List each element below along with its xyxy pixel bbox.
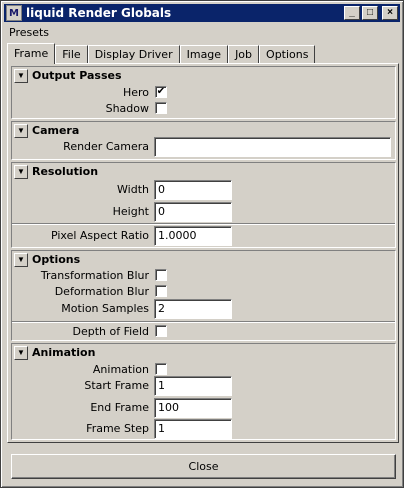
transformation-blur-label: Transformation Blur bbox=[40, 269, 149, 282]
tab-display-driver[interactable]: Display Driver bbox=[87, 45, 180, 64]
close-button[interactable]: Close bbox=[11, 454, 396, 479]
section-title: Options bbox=[32, 253, 81, 266]
deformation-blur-checkbox[interactable] bbox=[155, 285, 167, 297]
frame-step-field[interactable]: 1 bbox=[154, 419, 232, 439]
animation-checkbox[interactable] bbox=[155, 363, 167, 375]
start-frame-label: Start Frame bbox=[84, 379, 149, 392]
end-frame-field[interactable]: 100 bbox=[154, 398, 232, 418]
maximize-button[interactable]: □ bbox=[362, 6, 378, 20]
resolution-divider bbox=[12, 223, 395, 225]
motion-samples-field[interactable]: 2 bbox=[154, 299, 232, 319]
close-window-button[interactable]: × bbox=[382, 6, 398, 20]
app-icon: M bbox=[6, 5, 22, 21]
render-camera-label: Render Camera bbox=[63, 140, 149, 153]
tab-job[interactable]: Job bbox=[228, 45, 260, 64]
section-title: Output Passes bbox=[32, 69, 122, 82]
menu-presets[interactable]: Presets bbox=[5, 26, 53, 39]
width-label: Width bbox=[117, 183, 149, 196]
collapse-output-passes-icon[interactable]: ▼ bbox=[14, 68, 28, 83]
end-frame-label: End Frame bbox=[90, 401, 149, 414]
frame-step-label: Frame Step bbox=[86, 422, 149, 435]
shadow-checkbox[interactable] bbox=[155, 102, 167, 114]
collapse-resolution-icon[interactable]: ▼ bbox=[14, 164, 28, 179]
menu-bar: Presets bbox=[5, 24, 53, 41]
animation-section: ▼ Animation Animation Start Frame 1 End … bbox=[11, 343, 396, 440]
width-field[interactable]: 0 bbox=[154, 180, 232, 200]
depth-of-field-checkbox[interactable] bbox=[155, 325, 167, 337]
tab-bar: Frame File Display Driver Image Job Opti… bbox=[7, 43, 316, 64]
render-globals-window: M liquid Render Globals _ □ × Presets Fr… bbox=[0, 0, 404, 488]
tab-image[interactable]: Image bbox=[179, 45, 229, 64]
hero-checkbox[interactable]: ✔ bbox=[155, 86, 167, 98]
motion-samples-label: Motion Samples bbox=[61, 302, 149, 315]
start-frame-field[interactable]: 1 bbox=[154, 376, 232, 396]
camera-section: ▼ Camera Render Camera bbox=[11, 121, 396, 160]
resolution-section: ▼ Resolution Width 0 Height 0 Pixel Aspe… bbox=[11, 162, 396, 248]
hero-label: Hero bbox=[122, 86, 149, 99]
deformation-blur-label: Deformation Blur bbox=[54, 285, 149, 298]
pixel-aspect-ratio-field[interactable]: 1.0000 bbox=[154, 226, 232, 246]
collapse-animation-icon[interactable]: ▼ bbox=[14, 345, 28, 360]
height-label: Height bbox=[112, 205, 149, 218]
minimize-button[interactable]: _ bbox=[344, 6, 360, 20]
tab-frame[interactable]: Frame bbox=[7, 43, 56, 64]
shadow-label: Shadow bbox=[105, 102, 149, 115]
tab-file[interactable]: File bbox=[55, 45, 88, 64]
options-section: ▼ Options Transformation Blur Deformatio… bbox=[11, 250, 396, 341]
section-title: Resolution bbox=[32, 165, 99, 178]
depth-of-field-label: Depth of Field bbox=[72, 325, 150, 338]
transformation-blur-checkbox[interactable] bbox=[155, 269, 167, 281]
collapse-options-icon[interactable]: ▼ bbox=[14, 252, 28, 267]
render-camera-field[interactable] bbox=[154, 137, 391, 157]
pixel-aspect-ratio-label: Pixel Aspect Ratio bbox=[50, 229, 149, 242]
frame-tab-panel: ▼ Output Passes Hero ✔ Shadow ▼ Camera R… bbox=[7, 63, 399, 443]
window-title: liquid Render Globals bbox=[26, 6, 172, 20]
tab-options[interactable]: Options bbox=[259, 45, 316, 64]
title-bar[interactable]: M liquid Render Globals _ □ × bbox=[4, 4, 400, 22]
section-title: Animation bbox=[32, 346, 96, 359]
output-passes-section: ▼ Output Passes Hero ✔ Shadow bbox=[11, 66, 396, 119]
collapse-camera-icon[interactable]: ▼ bbox=[14, 123, 28, 138]
section-title: Camera bbox=[32, 124, 80, 137]
animation-label: Animation bbox=[92, 363, 149, 376]
height-field[interactable]: 0 bbox=[154, 202, 232, 222]
